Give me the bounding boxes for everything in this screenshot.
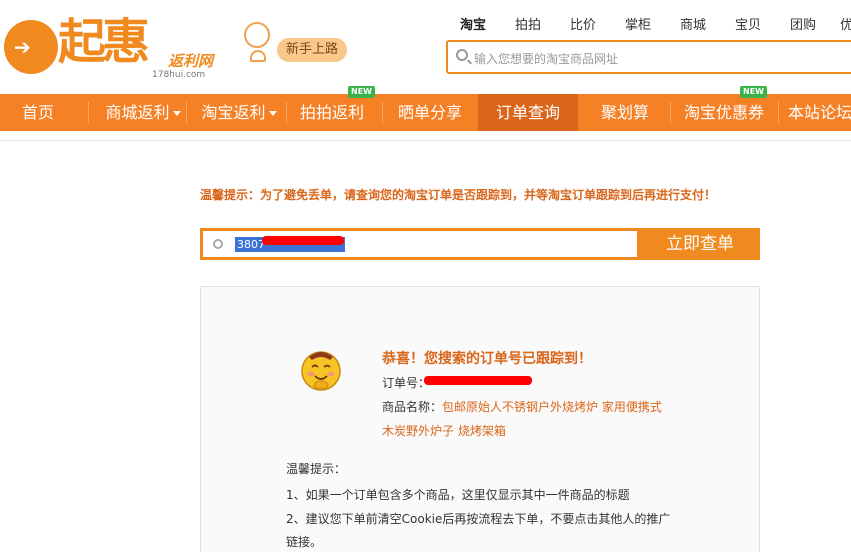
tab-items[interactable]: 宝贝 [735, 14, 761, 33]
mascot-body-icon [250, 50, 266, 62]
nav-divider [382, 102, 383, 123]
nav-mall-rebate[interactable]: 商城返利 [100, 94, 186, 131]
success-message: 恭喜！您搜索的订单号已跟踪到！ [382, 351, 592, 367]
chevron-down-icon [268, 111, 277, 116]
product-name-link[interactable]: 木炭野外炉子 烧烤架箱 [382, 422, 506, 439]
nav-divider [186, 102, 187, 123]
nav-home[interactable]: 首页 [0, 94, 76, 131]
nav-order-query[interactable]: 订单查询 [478, 94, 578, 131]
new-badge: NEW [348, 86, 375, 98]
nav-divider [88, 102, 89, 123]
tab-paipai[interactable]: 拍拍 [515, 14, 541, 33]
url-search-input[interactable]: 输入您想要的淘宝商品网址 [446, 40, 851, 74]
newbie-guide-link[interactable]: 新手上路 [277, 38, 348, 62]
tab-taobao[interactable]: 淘宝 [460, 14, 486, 33]
order-number-label: 订单号： [382, 376, 431, 390]
nav-share[interactable]: 晒单分享 [388, 94, 472, 131]
new-badge: NEW [740, 86, 767, 98]
notes-title: 温馨提示： [286, 462, 347, 476]
nav-paipai-rebate[interactable]: 拍拍返利 NEW [292, 86, 375, 131]
divider [0, 140, 851, 141]
tab-groupbuy[interactable]: 团购 [790, 14, 816, 33]
tab-compare[interactable]: 比价 [570, 14, 596, 33]
nav-divider [670, 102, 671, 123]
nav-order-query-label: 订单查询 [495, 103, 560, 122]
main-nav: 首页 商城返利 淘宝返利 拍拍返利 NEW 晒单分享 订单查询 聚划算 淘宝优惠… [0, 86, 851, 131]
product-name-link[interactable]: 包邮原始人不锈钢户外烧烤炉 家用便携式 [442, 398, 662, 415]
warm-tip: 温馨提示：为了避免丢单，请查询您的淘宝订单是否跟踪到，并等淘宝订单跟踪到后再进行… [200, 188, 717, 202]
note-item: 链接。 [286, 535, 323, 549]
nav-taobao-coupon-label: 淘宝优惠券 [683, 103, 764, 122]
tab-coupon[interactable]: 优 [840, 14, 851, 33]
nav-mall-rebate-label: 商城返利 [105, 103, 170, 122]
tab-shopkeeper[interactable]: 掌柜 [625, 14, 651, 33]
nav-share-label: 晒单分享 [397, 103, 462, 122]
search-icon [213, 239, 223, 249]
logo-url: 178hui.com [152, 70, 206, 80]
nav-juhuasuan-label: 聚划算 [600, 103, 649, 122]
query-order-button[interactable]: 立即查单 [640, 228, 760, 260]
nav-divider [286, 102, 287, 123]
nav-forum[interactable]: 本站论坛 [784, 94, 851, 131]
note-item: 1、如果一个订单包含多个商品，这里仅显示其中一件商品的标题 [286, 488, 630, 502]
nav-taobao-coupon[interactable]: 淘宝优惠券 NEW [676, 86, 772, 131]
product-name-label: 商品名称： [382, 400, 443, 414]
tab-mall[interactable]: 商城 [680, 14, 706, 33]
search-placeholder: 输入您想要的淘宝商品网址 [474, 52, 619, 66]
logo-subtitle: 返利网 [168, 52, 214, 70]
header: ➔ 起惠 返利网 178hui.com 新手上路 淘宝 拍拍 比价 掌柜 商城 … [0, 0, 851, 94]
arrow-right-icon: ➔ [14, 35, 31, 59]
nav-divider [778, 102, 779, 123]
smiley-icon [301, 351, 341, 391]
mascot-icon [244, 22, 270, 48]
redaction-mark [262, 236, 344, 245]
site-logo[interactable]: ➔ 起惠 返利网 178hui.com [2, 12, 224, 82]
chevron-down-icon [172, 111, 181, 116]
redaction-mark [424, 376, 532, 385]
logo-arrow-icon [4, 20, 58, 74]
nav-forum-label: 本站论坛 [787, 103, 851, 122]
nav-taobao-rebate[interactable]: 淘宝返利 [196, 94, 282, 131]
nav-paipai-rebate-label: 拍拍返利 [299, 103, 364, 122]
logo-text: 起惠 [58, 14, 150, 70]
nav-taobao-rebate-label: 淘宝返利 [201, 103, 266, 122]
search-icon [456, 49, 468, 61]
nav-home-label: 首页 [21, 103, 54, 122]
nav-juhuasuan[interactable]: 聚划算 [584, 94, 666, 131]
note-item: 2、建议您下单前清空Cookie后再按流程去下单，不要点击其他人的推广 [286, 512, 671, 526]
